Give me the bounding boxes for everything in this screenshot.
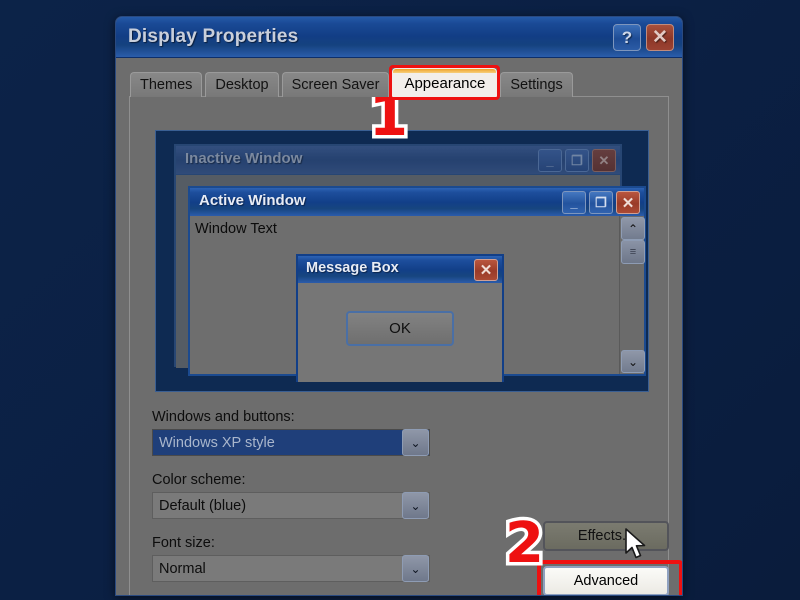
windows-and-buttons-label: Windows and buttons: — [152, 409, 295, 425]
dialog-titlebar[interactable]: Display Properties ? ✕ — [116, 17, 682, 58]
font-size-value: Normal — [159, 560, 206, 577]
inactive-window-controls: _ ❐ ✕ — [538, 149, 616, 172]
tab-appearance[interactable]: Appearance — [389, 65, 501, 100]
minimize-icon: _ — [562, 191, 586, 214]
inactive-window-title: Inactive Window — [185, 150, 303, 167]
tab-appearance-label: Appearance — [404, 74, 486, 92]
scroll-down-icon: ⌄ — [621, 350, 645, 373]
close-icon: ✕ — [474, 259, 498, 281]
active-window-body: Window Text ⌃ ≡ ⌄ Message Box ✕ OK — [190, 216, 645, 382]
chevron-down-icon[interactable]: ⌄ — [402, 429, 429, 456]
close-icon: ✕ — [616, 191, 640, 214]
color-scheme-label: Color scheme: — [152, 472, 246, 488]
advanced-button[interactable]: Advanced — [543, 566, 669, 595]
scrollbar-thumb: ≡ — [621, 240, 645, 264]
tab-themes-label: Themes — [140, 77, 193, 93]
tab-desktop[interactable]: Desktop — [205, 72, 279, 97]
numeral-2-glyph: 2 — [502, 508, 548, 580]
color-scheme-select[interactable]: Default (blue) ⌄ — [152, 492, 430, 519]
close-icon: ✕ — [592, 149, 616, 172]
maximize-icon: ❐ — [589, 191, 613, 214]
tab-desktop-label: Desktop — [215, 77, 269, 93]
tab-settings-label: Settings — [510, 77, 563, 93]
annotation-step-2: 2 — [502, 508, 548, 580]
tab-themes[interactable]: Themes — [130, 72, 203, 97]
windows-and-buttons-value: Windows XP style — [159, 434, 275, 451]
preview-message-box: Message Box ✕ OK — [296, 254, 504, 382]
message-box-body: OK — [298, 283, 502, 382]
annotation-step-1: 1 — [366, 81, 412, 153]
font-size-select[interactable]: Normal ⌄ — [152, 555, 430, 582]
chevron-down-icon[interactable]: ⌄ — [402, 555, 429, 582]
tab-bar: Themes Desktop Screen Saver Appearance S… — [130, 65, 682, 100]
active-window-title: Active Window — [199, 192, 306, 209]
tab-screen-saver[interactable]: Screen Saver — [281, 72, 390, 97]
tab-screen-saver-label: Screen Saver — [291, 77, 380, 93]
titlebar-buttons: ? ✕ — [613, 24, 674, 51]
effects-button[interactable]: Effects... — [543, 521, 669, 551]
screen: Display Properties ? ✕ Themes Desktop Sc… — [0, 0, 800, 600]
active-window-controls: _ ❐ ✕ — [562, 191, 640, 214]
font-size-label: Font size: — [152, 535, 215, 551]
chevron-down-icon[interactable]: ⌄ — [402, 492, 429, 519]
scroll-up-icon: ⌃ — [621, 217, 645, 240]
maximize-icon: ❐ — [565, 149, 589, 172]
appearance-panel: Inactive Window _ ❐ ✕ Active Window _ ❐ … — [129, 96, 682, 595]
svg-text:2: 2 — [505, 515, 543, 573]
windows-and-buttons-select[interactable]: Windows XP style ⌄ — [152, 429, 430, 456]
help-icon[interactable]: ? — [613, 24, 641, 51]
preview-active-window: Active Window _ ❐ ✕ Window Text ⌃ ≡ ⌄ Me… — [188, 186, 646, 382]
dialog-title: Display Properties — [128, 26, 299, 47]
minimize-icon: _ — [538, 149, 562, 172]
message-box-title: Message Box — [306, 260, 399, 276]
message-box-titlebar: Message Box ✕ — [298, 256, 502, 283]
ok-button: OK — [346, 311, 454, 346]
appearance-preview[interactable]: Inactive Window _ ❐ ✕ Active Window _ ❐ … — [155, 130, 649, 392]
active-window-text: Window Text — [195, 221, 277, 237]
tab-settings[interactable]: Settings — [500, 72, 573, 97]
active-window-titlebar: Active Window _ ❐ ✕ — [190, 188, 644, 216]
color-scheme-value: Default (blue) — [159, 497, 247, 514]
close-icon[interactable]: ✕ — [646, 24, 674, 51]
vertical-scrollbar: ⌃ ≡ ⌄ — [619, 216, 645, 374]
